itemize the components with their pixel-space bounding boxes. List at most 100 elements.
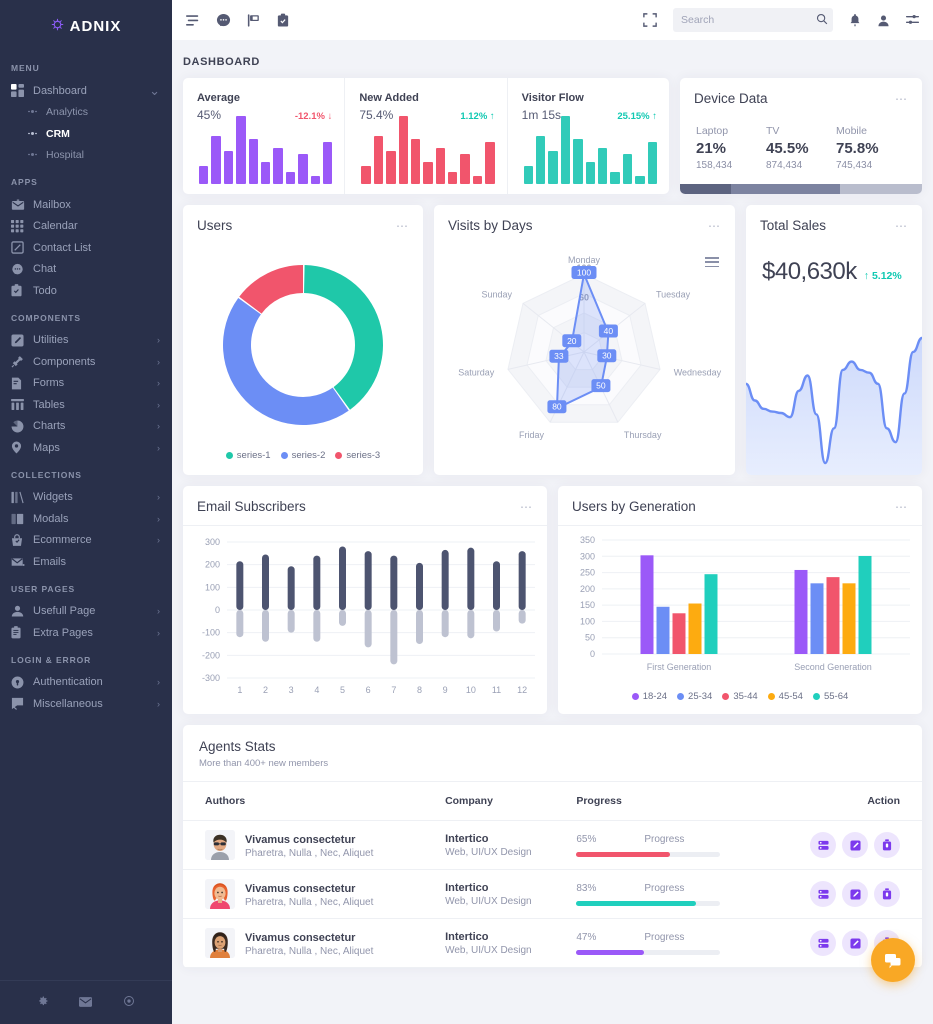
- bar-18-24[interactable]: [640, 555, 654, 654]
- bar-45-54[interactable]: [842, 583, 856, 654]
- bar-negative[interactable]: [364, 610, 372, 648]
- bar-positive[interactable]: [262, 554, 269, 610]
- legend-item[interactable]: series-1: [225, 450, 271, 461]
- bar-negative[interactable]: [262, 610, 269, 642]
- edit-icon[interactable]: [842, 881, 868, 907]
- sidebar-item-modals[interactable]: Modals ›: [0, 508, 172, 530]
- legend-item[interactable]: series-2: [280, 450, 325, 461]
- view-icon[interactable]: [810, 930, 836, 956]
- settings-sliders-icon[interactable]: [906, 14, 919, 26]
- sidebar-subitem-hospital[interactable]: Hospital: [0, 145, 172, 167]
- sidebar-item-miscellaneous[interactable]: Miscellaneous ›: [0, 693, 172, 715]
- bell-icon[interactable]: [849, 13, 861, 27]
- bar-positive[interactable]: [364, 551, 372, 610]
- bar-negative[interactable]: [313, 610, 321, 642]
- sidebar-item-maps[interactable]: Maps ›: [0, 437, 172, 459]
- donut-slice-series-2[interactable]: [223, 297, 349, 425]
- sidebar-item-authentication[interactable]: Authentication ›: [0, 672, 172, 694]
- delete-icon[interactable]: [874, 881, 900, 907]
- sidebar-item-ecommerce[interactable]: Ecommerce ›: [0, 530, 172, 552]
- power-icon[interactable]: [123, 995, 135, 1010]
- sidebar-item-components[interactable]: Components ›: [0, 351, 172, 373]
- sidebar-item-utilities[interactable]: Utilities ›: [0, 330, 172, 352]
- sidebar-item-tables[interactable]: Tables ›: [0, 394, 172, 416]
- user-icon[interactable]: [877, 14, 890, 27]
- bar-positive[interactable]: [390, 555, 398, 610]
- more-options-icon[interactable]: ⋯: [895, 220, 908, 232]
- table-row[interactable]: Vivamus consectetur Pharetra, Nulla , Nec…: [183, 869, 922, 919]
- bar-18-24[interactable]: [794, 569, 808, 654]
- search-input[interactable]: [681, 14, 816, 26]
- bar-positive[interactable]: [339, 546, 346, 610]
- legend-item[interactable]: 35-44: [722, 691, 758, 702]
- sidebar-subitem-analytics[interactable]: Analytics: [0, 102, 172, 124]
- table-row[interactable]: Vivamus consectetur Pharetra, Nulla , Nec…: [183, 820, 922, 870]
- more-options-icon[interactable]: ⋯: [708, 220, 721, 232]
- legend-item[interactable]: 25-34: [677, 691, 712, 702]
- bar-negative[interactable]: [493, 610, 500, 632]
- sidebar-item-calendar[interactable]: Calendar: [0, 216, 172, 238]
- sidebar-item-contact-list[interactable]: Contact List: [0, 237, 172, 259]
- legend-item[interactable]: series-3: [335, 450, 380, 461]
- view-icon[interactable]: [810, 881, 836, 907]
- bar-35-44[interactable]: [672, 613, 686, 654]
- bar-positive[interactable]: [236, 561, 244, 610]
- edit-icon[interactable]: [842, 930, 868, 956]
- sidebar-item-dashboard[interactable]: Dashboard ⌄: [0, 80, 172, 102]
- sidebar-item-todo[interactable]: Todo: [0, 280, 172, 302]
- more-options-icon[interactable]: ⋯: [396, 220, 409, 232]
- bar-negative[interactable]: [416, 610, 423, 644]
- bar-25-34[interactable]: [810, 583, 824, 654]
- bar-negative[interactable]: [518, 610, 526, 624]
- bar-negative[interactable]: [236, 610, 244, 638]
- chat-support-icon[interactable]: [871, 938, 915, 982]
- sidebar-item-extra-pages[interactable]: Extra Pages ›: [0, 622, 172, 644]
- more-options-icon[interactable]: ⋯: [895, 501, 908, 513]
- bar-negative[interactable]: [441, 610, 449, 638]
- bar-negative[interactable]: [390, 610, 398, 665]
- sidebar-item-forms[interactable]: Forms ›: [0, 373, 172, 395]
- sidebar-item-chat[interactable]: Chat: [0, 259, 172, 281]
- sidebar-item-charts[interactable]: Charts ›: [0, 416, 172, 438]
- chart-menu-icon[interactable]: [705, 257, 719, 268]
- table-row[interactable]: Vivamus consectetur Pharetra, Nulla , Nec…: [183, 918, 922, 968]
- bar-45-54[interactable]: [688, 603, 702, 654]
- legend-item[interactable]: 18-24: [631, 691, 667, 702]
- delete-icon[interactable]: [874, 832, 900, 858]
- legend-item[interactable]: 45-54: [767, 691, 803, 702]
- bar-55-64[interactable]: [858, 555, 872, 654]
- legend-item[interactable]: 55-64: [812, 691, 848, 702]
- clipboard-check-icon[interactable]: [277, 13, 289, 28]
- menu-toggle-icon[interactable]: [186, 14, 200, 27]
- search-box[interactable]: [673, 8, 833, 32]
- envelope-icon[interactable]: [79, 996, 93, 1010]
- gear-icon[interactable]: [37, 995, 49, 1010]
- sidebar-item-widgets[interactable]: Widgets ›: [0, 487, 172, 509]
- sidebar-item-mailbox[interactable]: Mailbox: [0, 194, 172, 216]
- bar-negative[interactable]: [287, 610, 295, 633]
- bar-35-44[interactable]: [826, 577, 840, 654]
- bar-positive[interactable]: [467, 547, 475, 610]
- bar-55-64[interactable]: [704, 574, 718, 654]
- fullscreen-icon[interactable]: [643, 13, 657, 27]
- donut-slice-series-1[interactable]: [304, 265, 383, 410]
- more-options-icon[interactable]: ⋯: [520, 501, 533, 513]
- bar-positive[interactable]: [493, 561, 500, 610]
- bar-positive[interactable]: [313, 555, 321, 610]
- sidebar-item-emails[interactable]: Emails: [0, 551, 172, 573]
- bar-negative[interactable]: [467, 610, 475, 639]
- bar-positive[interactable]: [416, 562, 423, 610]
- bar-positive[interactable]: [518, 551, 526, 610]
- view-icon[interactable]: [810, 832, 836, 858]
- chat-bubble-icon[interactable]: [216, 13, 231, 28]
- search-icon[interactable]: [816, 13, 828, 28]
- sidebar-subitem-crm[interactable]: CRM: [0, 123, 172, 145]
- bar-25-34[interactable]: [656, 606, 670, 654]
- more-options-icon[interactable]: ⋯: [895, 93, 908, 105]
- sidebar-item-usefull-page[interactable]: Usefull Page ›: [0, 601, 172, 623]
- flag-icon[interactable]: [247, 13, 261, 28]
- bar-positive[interactable]: [287, 566, 295, 610]
- brand[interactable]: ADNIX: [0, 0, 172, 52]
- bar-negative[interactable]: [339, 610, 346, 626]
- bar-positive[interactable]: [441, 549, 449, 610]
